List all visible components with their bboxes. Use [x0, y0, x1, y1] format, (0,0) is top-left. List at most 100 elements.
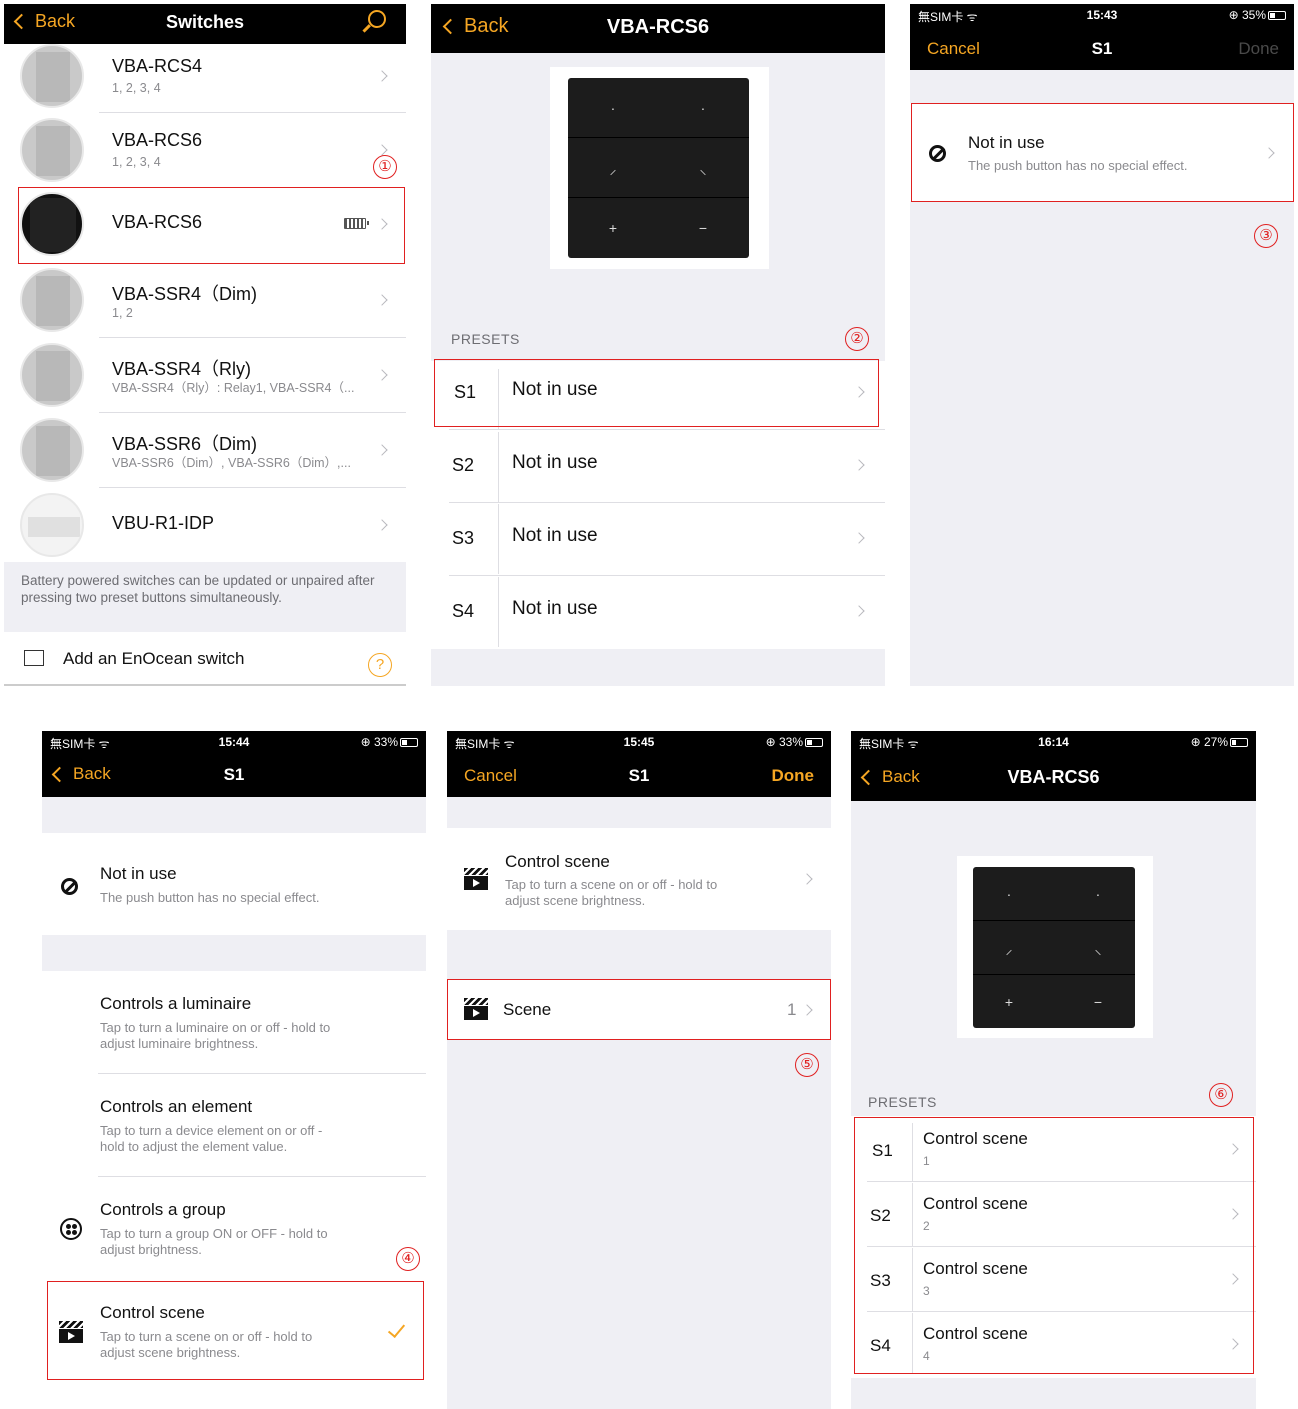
page-title: VBA-RCS6 — [1007, 767, 1100, 787]
option-not-in-use[interactable]: Not in use The push button has no specia… — [42, 833, 426, 935]
item-sub: 1, 2, 3, 4 — [112, 155, 161, 169]
option-desc: Tap to turn a device element on or off - — [100, 1123, 323, 1138]
chevron-right-icon — [376, 369, 388, 381]
panel-s1-select: 無SIM卡 ᯤ 15:43 ⊕ 35% Cancel S1 Done Not i… — [910, 4, 1294, 686]
option-control-scene[interactable]: Control scene Tap to turn a scene on or … — [447, 828, 831, 930]
highlight-box — [434, 359, 879, 427]
preset-value: Not in use — [512, 452, 598, 473]
add-switch-label: Add an EnOcean switch — [63, 649, 245, 668]
preset-slot: S3 — [452, 528, 475, 548]
item-sub: 1, 2 — [112, 306, 133, 320]
info-note: Battery powered switches can be updated … — [4, 562, 406, 632]
nav-bar: 無SIM卡 ᯤ 15:45 ⊕ 33% Cancel S1 Done — [447, 731, 831, 797]
preset-slot: S2 — [452, 455, 475, 475]
status-bar: 無SIM卡 ᯤ 15:44 ⊕ 33% — [42, 735, 426, 757]
panel-device-result: 無SIM卡 ᯤ 16:14 ⊕ 27% Back VBA-RCS6 · · ⸝ … — [851, 731, 1256, 1409]
page-title: Switches — [165, 12, 245, 32]
device-image: · · ⸝ ⸜ + − — [550, 67, 769, 269]
nav-bar: Back Switches — [4, 4, 406, 44]
status-bar: 無SIM卡 ᯤ 15:43 ⊕ 35% — [910, 8, 1294, 30]
panel-scene-detail: 無SIM卡 ᯤ 15:45 ⊕ 33% Cancel S1 Done Contr… — [447, 731, 831, 1409]
page-title: S1 — [1091, 39, 1113, 58]
switch-icon — [24, 650, 44, 666]
ban-icon — [61, 878, 78, 895]
option-desc: The push button has no special effect. — [100, 890, 320, 905]
highlight-box — [447, 979, 831, 1040]
chevron-right-icon — [376, 444, 388, 456]
option-title: Control scene — [505, 852, 610, 871]
preset-slot: S4 — [452, 601, 475, 621]
option-title: Controls an element — [100, 1097, 253, 1116]
divider — [99, 112, 406, 113]
preset-value: Not in use — [512, 525, 598, 546]
option-title: Controls a group — [100, 1200, 226, 1219]
item-name: VBU-R1-IDP — [112, 513, 215, 533]
panel-s1-functions: 無SIM卡 ᯤ 15:44 ⊕ 33% Back S1 Not in use T… — [42, 731, 426, 1409]
group-icon — [60, 1218, 82, 1240]
chevron-right-icon — [376, 70, 388, 82]
option-desc: Tap to turn a luminaire on or off - hold… — [100, 1020, 331, 1035]
device-thumbnail — [20, 118, 84, 182]
search-icon[interactable] — [368, 10, 386, 28]
battery-icon — [805, 738, 823, 747]
device-thumbnail — [20, 493, 84, 557]
page-title: VBA-RCS6 — [606, 16, 710, 38]
battery-icon — [1230, 738, 1248, 747]
item-sub: VBA-SSR6（Dim）, VBA-SSR6（Dim）,... — [112, 456, 351, 470]
divider — [99, 487, 406, 488]
help-icon[interactable]: ? — [368, 653, 392, 677]
done-button[interactable]: Done — [1238, 39, 1279, 59]
section-header: PRESETS — [451, 331, 520, 347]
option-desc: hold to adjust the element value. — [100, 1139, 288, 1154]
status-bar: 無SIM卡 ᯤ 15:45 ⊕ 33% — [447, 735, 831, 757]
item-name: VBA-SSR4（Dim) — [112, 284, 258, 304]
status-bar: 無SIM卡 ᯤ 16:14 ⊕ 27% — [851, 735, 1256, 757]
battery-icon — [1268, 11, 1286, 20]
nav-bar: 無SIM卡 ᯤ 16:14 ⊕ 27% Back VBA-RCS6 — [851, 731, 1256, 801]
chevron-right-icon — [376, 144, 388, 156]
divider — [4, 684, 406, 686]
item-name: VBA-SSR6（Dim) — [112, 434, 258, 454]
chevron-right-icon — [376, 519, 388, 531]
nav-bar: Back VBA-RCS6 — [431, 4, 885, 53]
done-button[interactable]: Done — [772, 766, 815, 786]
step-marker: ④ — [396, 1247, 420, 1271]
highlight-box — [911, 103, 1294, 202]
highlight-box — [18, 187, 405, 264]
divider — [99, 412, 406, 413]
item-sub: 1, 2, 3, 4 — [112, 81, 161, 95]
panel-switches: Back Switches VBA-RCS4 1, 2, 3, 4 VBA-RC… — [4, 4, 406, 686]
battery-icon — [400, 738, 418, 747]
device-thumbnail — [20, 343, 84, 407]
step-marker: ③ — [1254, 224, 1278, 248]
section-header: PRESETS — [868, 1094, 937, 1110]
option-desc: adjust luminaire brightness. — [100, 1036, 259, 1051]
chevron-right-icon — [376, 294, 388, 306]
chevron-right-icon — [801, 873, 813, 885]
nav-bar: 無SIM卡 ᯤ 15:43 ⊕ 35% Cancel S1 Done — [910, 4, 1294, 70]
option-desc: adjust scene brightness. — [505, 893, 646, 908]
device-switch-panel: · · ⸝ ⸜ + − — [973, 867, 1135, 1028]
device-switch-panel: · · ⸝ ⸜ + − — [568, 78, 749, 258]
device-thumbnail — [20, 268, 84, 332]
option-desc: Tap to turn a scene on or off - hold to — [505, 877, 718, 892]
step-marker: ② — [845, 327, 869, 351]
lamp-icon — [62, 1115, 80, 1139]
device-thumbnail — [20, 418, 84, 482]
device-image: · · ⸝ ⸜ + − — [957, 856, 1153, 1038]
step-marker: ⑥ — [1209, 1083, 1233, 1107]
panel-device-presets: Back VBA-RCS6 · · ⸝ ⸜ + − PRESETS ② S1 N… — [431, 4, 885, 686]
option-title: Not in use — [100, 864, 177, 883]
device-thumbnail — [20, 44, 84, 108]
item-sub: VBA-SSR4（Rly）: Relay1, VBA-SSR4（... — [112, 381, 355, 395]
item-name: VBA-RCS4 — [112, 56, 203, 76]
page-title: S1 — [223, 765, 245, 784]
option-desc: adjust brightness. — [100, 1242, 202, 1257]
item-name: VBA-RCS6 — [112, 130, 203, 150]
scene-icon — [464, 868, 488, 890]
step-marker: ① — [373, 155, 397, 179]
highlight-box — [854, 1117, 1254, 1374]
option-title: Controls a luminaire — [100, 994, 252, 1013]
nav-bar: 無SIM卡 ᯤ 15:44 ⊕ 33% Back S1 — [42, 731, 426, 797]
divider — [99, 337, 406, 338]
